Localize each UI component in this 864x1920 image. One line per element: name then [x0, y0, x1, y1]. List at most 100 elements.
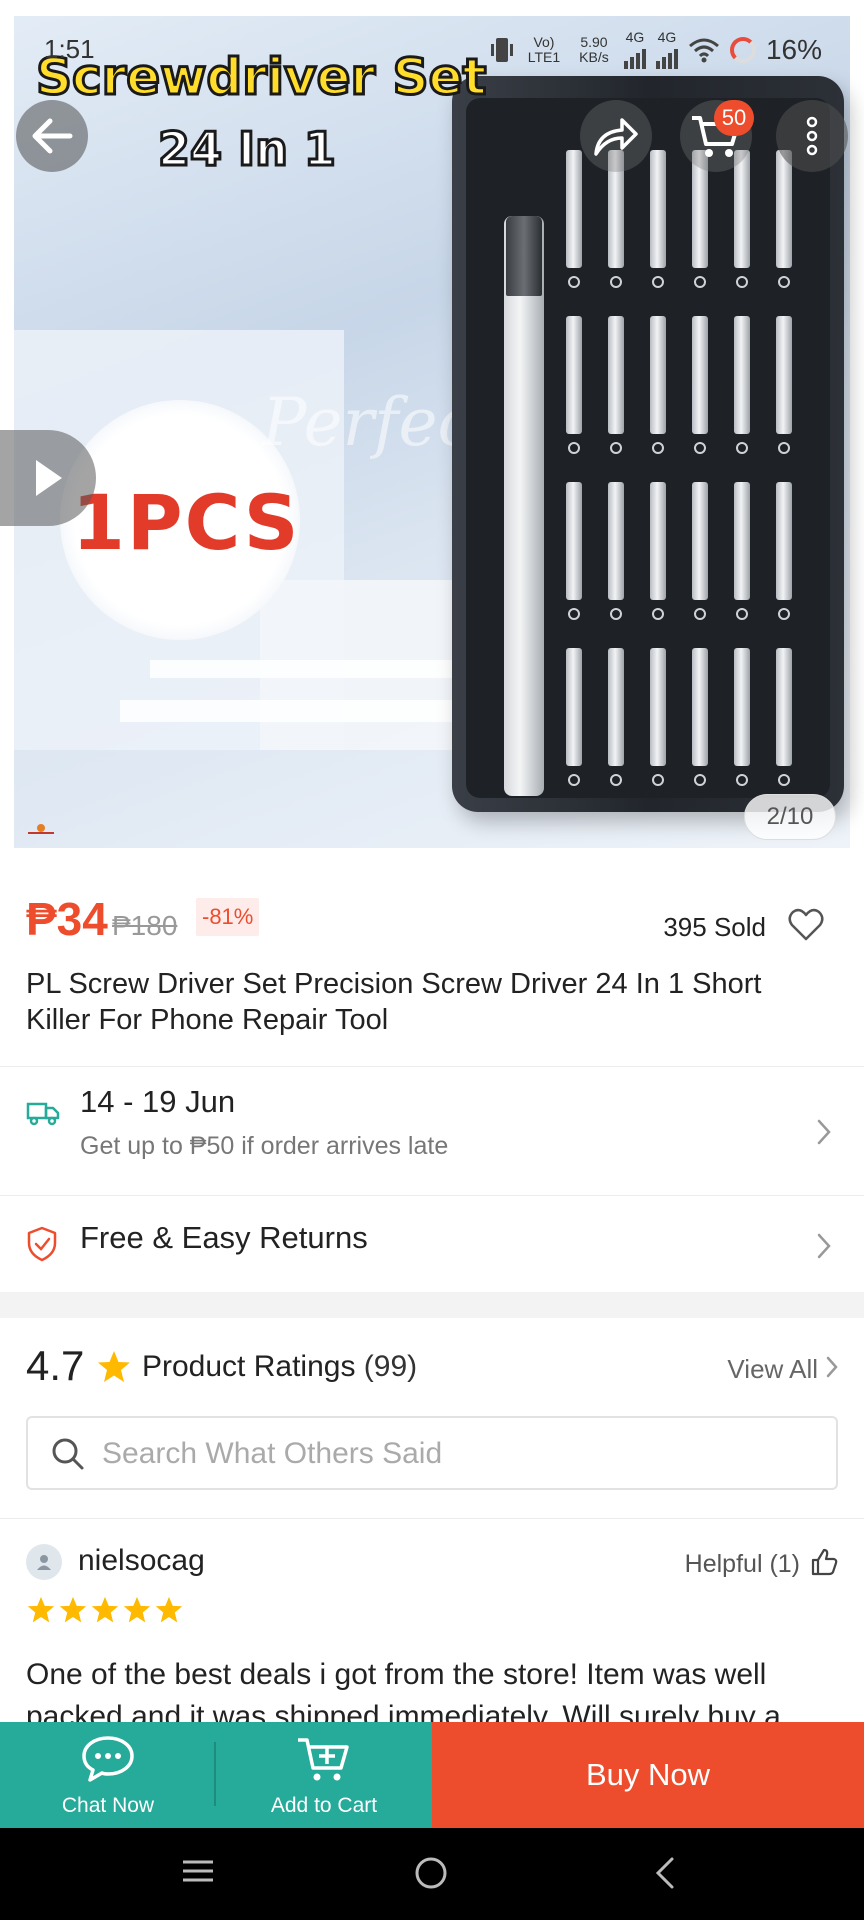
bit-grid — [558, 138, 818, 798]
divider — [0, 1518, 864, 1519]
battery-ring-icon — [729, 36, 756, 63]
store-logo-icon — [28, 824, 54, 834]
bit-row — [558, 304, 818, 454]
sold-count: 395 Sold — [663, 912, 766, 942]
chat-now-label: Chat Now — [61, 1794, 155, 1817]
product-title: PL Screw Driver Set Precision Screw Driv… — [26, 968, 762, 1036]
star-icon — [27, 1596, 55, 1623]
discount-badge: -81% — [196, 898, 260, 936]
signal-1: 4G — [623, 29, 646, 69]
bit — [650, 648, 666, 766]
bit-marker — [694, 442, 706, 454]
chevron-right-icon — [817, 1119, 831, 1145]
review-search-box[interactable] — [26, 1416, 838, 1490]
status-indicators: Vo) LTE1 5.90 KB/s 4G 4G 16% — [490, 30, 822, 69]
cart-count-badge: 50 — [714, 100, 754, 136]
wifi-icon — [688, 38, 719, 62]
divider — [0, 1066, 864, 1067]
add-to-cart-icon — [298, 1738, 349, 1781]
bit-marker — [778, 608, 790, 620]
ratings-label: Product Ratings — [142, 1350, 356, 1383]
delivery-date: 14 - 19 Jun — [80, 1084, 236, 1119]
bit-marker — [610, 442, 622, 454]
recent-apps-icon[interactable] — [180, 1856, 216, 1886]
battery-percent: 16% — [765, 33, 822, 65]
screwdriver-handle-cap — [506, 216, 542, 296]
ratings-count: (99) — [363, 1350, 418, 1383]
bit-row — [558, 636, 818, 786]
bit-marker — [736, 442, 748, 454]
bit — [608, 316, 624, 434]
bit — [776, 150, 792, 268]
case-inner — [466, 98, 830, 798]
delivery-row[interactable]: 14 - 19 Jun Get up to ₱50 if order arriv… — [0, 1068, 864, 1194]
share-icon — [594, 118, 638, 156]
bit — [734, 150, 750, 268]
hero-step — [120, 700, 480, 722]
original-price: ₱180 — [112, 910, 178, 941]
quantity-badge-text: 1PCS — [72, 478, 301, 567]
bit — [650, 482, 666, 600]
bit-marker — [652, 442, 664, 454]
rating-score: 4.7 — [26, 1342, 85, 1389]
bit — [566, 150, 582, 268]
back-button[interactable] — [16, 100, 88, 172]
bit — [776, 316, 792, 434]
buy-now-button[interactable]: Buy Now — [432, 1722, 864, 1828]
bit-marker — [778, 276, 790, 288]
bit-marker — [610, 774, 622, 786]
star-icon — [91, 1596, 119, 1623]
helpful-count[interactable]: Helpful (1) — [685, 1550, 800, 1579]
add-to-cart-button[interactable]: Add to Cart — [216, 1722, 432, 1828]
share-button[interactable] — [580, 100, 652, 172]
star-icon — [123, 1596, 151, 1623]
ratings-header: 4.7 Product Ratings (99) View All — [26, 1342, 838, 1396]
back-arrow-icon — [32, 118, 73, 154]
bit — [776, 648, 792, 766]
play-video-button[interactable] — [0, 430, 96, 526]
network-type-label: 4G — [625, 29, 645, 45]
bit-marker — [736, 608, 748, 620]
signal-2: 4G — [655, 29, 678, 69]
star-icon — [155, 1596, 183, 1623]
bit-marker — [694, 774, 706, 786]
bit-row — [558, 470, 818, 620]
bit — [650, 316, 666, 434]
back-nav-icon[interactable] — [654, 1856, 676, 1890]
avatar — [26, 1544, 62, 1580]
bit — [734, 648, 750, 766]
ratings-title: Product Ratings (99) — [142, 1350, 417, 1384]
thumbs-up-icon[interactable] — [810, 1548, 838, 1576]
bit — [692, 316, 708, 434]
vibrate-icon — [490, 37, 513, 62]
home-icon[interactable] — [414, 1856, 448, 1890]
bit-marker — [610, 608, 622, 620]
section-gap — [0, 1292, 864, 1318]
chevron-right-icon — [817, 1233, 831, 1259]
add-to-cart-label: Add to Cart — [270, 1794, 378, 1817]
play-icon — [36, 460, 62, 496]
chevron-right-icon — [826, 1356, 838, 1378]
more-options-button[interactable] — [776, 100, 848, 172]
review-search-input[interactable] — [102, 1432, 802, 1476]
bit — [566, 316, 582, 434]
hero-subtitle: 24 In 1 — [157, 121, 338, 178]
current-price: ₱34 — [26, 893, 108, 945]
star-icon — [98, 1351, 130, 1382]
network-type-label: 4G — [657, 29, 677, 45]
bit — [776, 482, 792, 600]
delivery-guarantee: Get up to ₱50 if order arrives late — [80, 1132, 449, 1160]
view-all-link[interactable]: View All — [727, 1354, 818, 1385]
truck-icon — [26, 1102, 60, 1126]
user-icon — [37, 1555, 51, 1570]
bit-marker — [778, 442, 790, 454]
chat-icon — [82, 1736, 134, 1782]
shield-check-icon — [27, 1226, 57, 1262]
chat-now-button[interactable]: Chat Now — [0, 1722, 216, 1828]
action-separator — [214, 1742, 216, 1806]
returns-row[interactable]: Free & Easy Returns — [0, 1196, 864, 1292]
image-page-indicator: 2/10 — [744, 794, 836, 840]
bit — [566, 648, 582, 766]
heart-icon[interactable] — [788, 908, 824, 942]
returns-label: Free & Easy Returns — [80, 1220, 368, 1255]
